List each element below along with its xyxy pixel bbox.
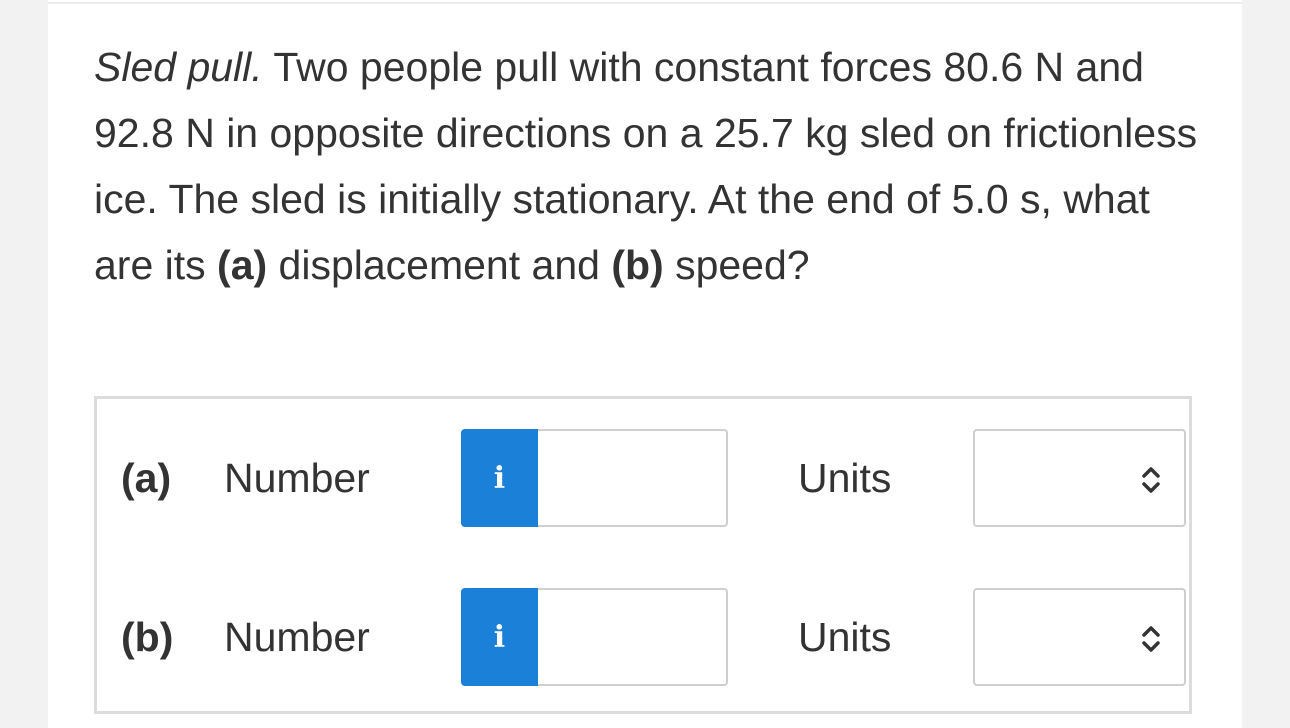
answer-row-a: (a) Number i Units	[97, 429, 1189, 527]
info-icon: i	[493, 619, 506, 655]
units-label: Units	[798, 614, 892, 660]
part-b-marker: (b)	[611, 242, 664, 288]
units-label: Units	[798, 455, 892, 501]
part-label: (a)	[121, 455, 172, 501]
question-text: Sled pull. Two people pull with constant…	[94, 34, 1204, 298]
number-input-a[interactable]	[538, 429, 728, 527]
number-label: Number	[224, 455, 370, 501]
part-a-marker: (a)	[217, 242, 268, 288]
question-text-part-3: speed?	[663, 242, 810, 288]
number-input-b[interactable]	[538, 588, 728, 686]
units-select-a[interactable]	[973, 429, 1186, 527]
part-label: (b)	[121, 614, 174, 660]
units-select-b[interactable]	[973, 588, 1186, 686]
chevron-up-down-icon	[1142, 467, 1160, 493]
card-divider	[48, 2, 1242, 4]
question-card: Sled pull. Two people pull with constant…	[48, 0, 1242, 728]
question-title: Sled pull.	[94, 44, 263, 90]
info-button[interactable]: i	[461, 429, 538, 527]
answer-box: (a) Number i Units (b) Number i Units	[94, 396, 1192, 714]
info-icon: i	[493, 460, 506, 496]
number-label: Number	[224, 614, 370, 660]
chevron-up-down-icon	[1142, 626, 1160, 652]
question-text-part-2: displacement and	[267, 242, 612, 288]
answer-row-b: (b) Number i Units	[97, 588, 1189, 686]
info-button[interactable]: i	[461, 588, 538, 686]
